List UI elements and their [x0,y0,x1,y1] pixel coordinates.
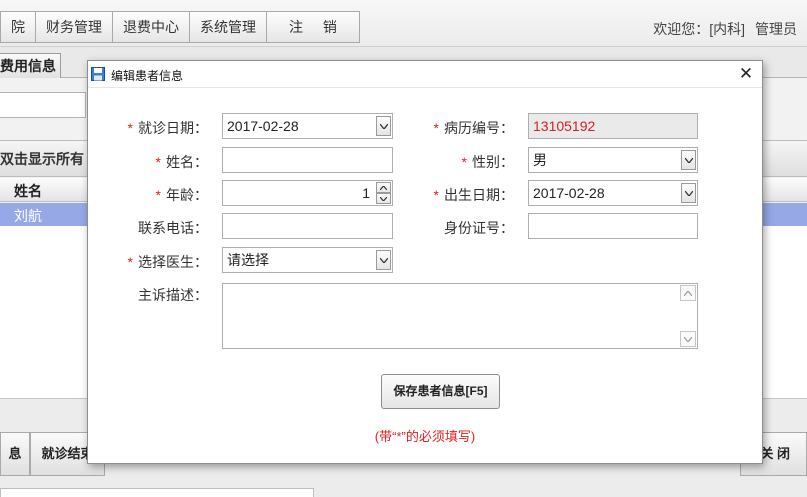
user-role[interactable]: 管理员 [755,19,797,39]
gender-select[interactable]: 男 [528,147,698,173]
doctor-select[interactable]: 请选择 [222,247,393,273]
chevron-down-icon[interactable] [680,331,696,347]
visit-date-select[interactable]: 2017-02-28 [222,113,393,139]
chevron-down-icon[interactable] [376,116,391,136]
menu-item-finance[interactable]: 财务管理 [36,11,113,43]
record-no-field: 13105192 [528,113,698,139]
visit-date-label: * 就诊日期： [127,120,208,136]
name-label: * 姓名： [155,154,208,170]
phone-label: 联系电话： [138,220,208,236]
birth-date-select[interactable]: 2017-02-28 [528,180,698,206]
menu-item-hospital[interactable]: 院 [0,11,36,43]
row-name-cell: 刘航 [14,208,42,224]
complaint-label: 主诉描述： [138,287,208,303]
name-input[interactable] [222,147,393,173]
close-icon[interactable]: ✕ [737,63,755,85]
menu-item-system[interactable]: 系统管理 [190,11,267,43]
birth-date-label: * 出生日期： [433,187,514,203]
required-hint: (带“*”的必须填写) [374,429,476,444]
chevron-up-icon[interactable] [680,285,696,301]
floppy-disk-icon [91,67,105,81]
menu-item-refund[interactable]: 退费中心 [113,11,190,43]
age-label: * 年龄： [155,187,208,203]
tab-fee-info[interactable]: 费用信息 [0,53,61,78]
complaint-scrollbar[interactable] [680,285,696,347]
save-patient-button[interactable]: 保存患者信息[F5] [381,374,500,409]
spinner-arrows-icon[interactable] [376,182,391,204]
doctor-label: * 选择医生： [127,254,208,270]
id-card-label: 身份证号： [444,220,514,236]
column-name-header[interactable]: 姓名 [14,181,42,201]
background-input[interactable] [0,92,86,118]
chevron-down-icon[interactable] [376,250,391,270]
id-card-input[interactable] [528,213,698,239]
gender-label: * 性别： [461,154,514,170]
status-bar [0,488,314,497]
menu-item-logout[interactable]: 注 销 [267,11,360,43]
record-no-label: * 病历编号： [433,120,514,136]
phone-input[interactable] [222,213,393,239]
edit-patient-dialog: 编辑患者信息 ✕ * 就诊日期： 2017-02-28 * 病历编号： 131051… [87,60,763,464]
welcome-text: 欢迎您：[内科] [653,21,745,37]
chevron-down-icon[interactable] [681,183,696,203]
complaint-textarea[interactable] [222,283,698,349]
chevron-down-icon[interactable] [681,150,696,170]
dialog-title: 编辑患者信息 [111,69,184,83]
top-menu: 院 财务管理 退费中心 系统管理 注 销 [0,11,360,43]
age-stepper[interactable]: 1 [222,180,393,206]
dialog-titlebar: 编辑患者信息 ✕ [88,61,762,88]
info-button[interactable]: 息 [0,432,30,476]
